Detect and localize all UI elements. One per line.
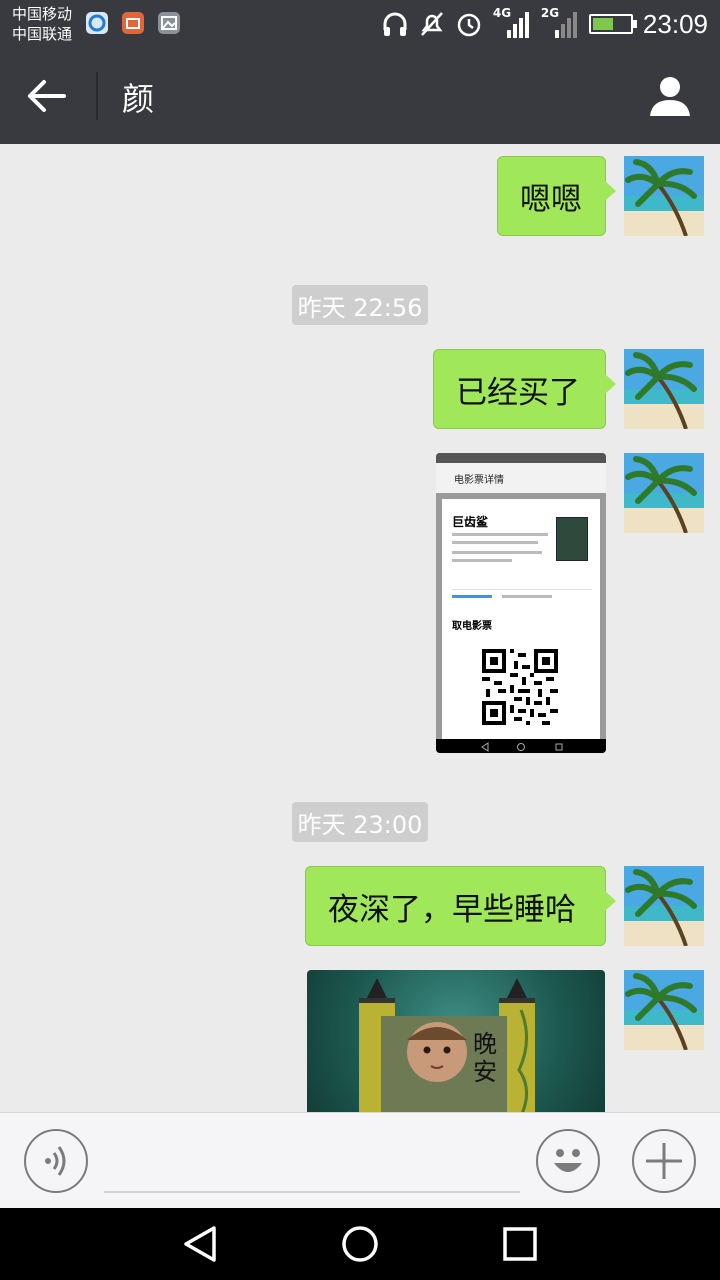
emoji-icon [554, 1149, 582, 1172]
screenshot-header: 电影票详情 [436, 463, 606, 493]
chat-area[interactable]: 嗯嗯 昨天 22:56 已经买了 电影票详情 巨齿鲨 取电影票 昨天 23:00… [0, 144, 720, 1112]
message-bubble[interactable]: 夜深了，早些睡哈 [305, 866, 616, 946]
avatar[interactable] [624, 349, 704, 429]
message-input[interactable] [104, 1133, 520, 1193]
mail-icon [122, 12, 144, 34]
screenshot-nav-bar [436, 739, 606, 753]
goodnight-caption: 晚 安 [473, 1030, 497, 1086]
screenshot-status-bar [436, 453, 606, 463]
battery-icon [588, 14, 637, 34]
gallery-icon [158, 12, 180, 34]
ticket-divider [452, 589, 592, 590]
goodnight-image[interactable]: 晚 安 [307, 970, 605, 1112]
scroll-picture [359, 978, 535, 1112]
headphones-icon [381, 10, 409, 38]
avatar[interactable] [624, 866, 704, 946]
chat-title: 颜 [122, 80, 155, 118]
mute-icon [419, 10, 445, 38]
back-triangle-icon [184, 1226, 216, 1262]
message-bubble[interactable]: 已经买了 [433, 349, 616, 429]
header-divider [96, 72, 98, 120]
avatar[interactable] [624, 453, 704, 533]
network-1-label: 4G [492, 6, 512, 20]
movie-title: 巨齿鲨 [452, 515, 489, 529]
message-text: 已经买了 [456, 374, 580, 411]
alarm-icon [455, 10, 483, 38]
plus-button[interactable] [632, 1129, 696, 1193]
recents-square-icon [503, 1227, 537, 1261]
qr-code-icon [482, 649, 558, 725]
carrier-info: 中国移动 中国联通 [12, 4, 72, 44]
ticket-line [452, 551, 542, 554]
ticket-line [452, 533, 548, 536]
ticket-screenshot-image[interactable]: 电影票详情 巨齿鲨 取电影票 [436, 453, 606, 753]
status-time: 23:09 [642, 8, 708, 39]
person-icon [650, 77, 690, 116]
nav-home-button[interactable] [336, 1220, 384, 1268]
carrier-1: 中国移动 [12, 5, 73, 23]
pickup-label: 取电影票 [452, 621, 492, 632]
back-button[interactable] [20, 72, 76, 120]
emoji-button[interactable] [536, 1129, 600, 1193]
voice-icon [45, 1146, 66, 1176]
ticket-link-line [452, 595, 492, 598]
battery-cap [632, 20, 637, 28]
profile-button[interactable] [646, 72, 694, 120]
message-text: 夜深了，早些睡哈 [328, 891, 576, 928]
screenshot-header-text: 电影票详情 [454, 475, 504, 486]
nav-recents-button[interactable] [496, 1220, 544, 1268]
ticket-line [452, 559, 512, 562]
ticket-line [452, 541, 538, 544]
plus-icon [646, 1143, 682, 1179]
status-bar: 中国移动 中国联通 4G 2G 23:09 [0, 0, 720, 48]
chat-header: 颜 [0, 48, 720, 144]
input-bar [0, 1112, 720, 1208]
signal-2g-icon: 2G [540, 6, 579, 40]
network-2-label: 2G [540, 6, 560, 20]
voice-button[interactable] [24, 1129, 88, 1193]
ticket-card: 巨齿鲨 取电影票 [442, 499, 600, 739]
home-circle-icon [342, 1226, 378, 1262]
ticket-line [502, 595, 552, 598]
time-stamp: 昨天 23:00 [292, 802, 428, 842]
browser-icon [86, 12, 108, 34]
avatar[interactable] [624, 156, 704, 236]
nav-back-button[interactable] [176, 1220, 224, 1268]
movie-poster [556, 517, 588, 561]
time-stamp: 昨天 22:56 [292, 285, 428, 325]
avatar[interactable] [624, 970, 704, 1050]
message-text: 嗯嗯 [520, 181, 582, 218]
system-nav-bar [0, 1208, 720, 1280]
message-bubble[interactable]: 嗯嗯 [497, 156, 616, 236]
signal-4g-icon: 4G [492, 6, 531, 40]
battery-level [592, 18, 613, 30]
carrier-2: 中国联通 [12, 25, 73, 43]
back-arrow-icon [28, 80, 66, 112]
